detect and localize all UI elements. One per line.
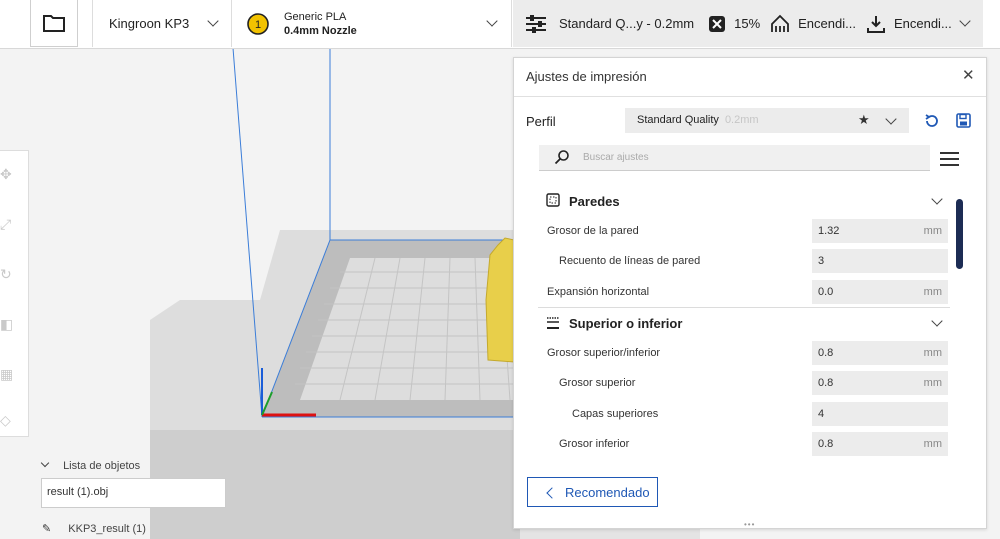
search-icon — [554, 150, 569, 165]
setting-label: Capas superiores — [572, 408, 659, 420]
open-file-button[interactable] — [30, 0, 78, 47]
scrollbar[interactable] — [956, 199, 963, 269]
resize-handle[interactable]: ••• — [744, 520, 755, 529]
support-icon — [771, 14, 790, 32]
setting-label: Grosor superior/inferior — [547, 347, 661, 359]
setting-label: Grosor inferior — [559, 438, 630, 450]
chevron-down-icon[interactable] — [931, 315, 943, 327]
setting-label: Grosor superior — [559, 377, 636, 389]
move-icon[interactable]: ✥ — [0, 167, 14, 181]
adhesion-value: Encendi... — [893, 16, 952, 31]
sliders-icon — [526, 14, 546, 33]
setting-value-field[interactable]: 1.32 mm — [812, 219, 948, 243]
folder-icon — [43, 15, 65, 32]
printer-name: Kingroon KP3 — [109, 16, 190, 31]
section-divider — [538, 307, 950, 308]
setting-value-field[interactable]: 0.8 mm — [812, 371, 948, 395]
setting-value-field[interactable]: 0.8 mm — [812, 341, 948, 365]
left-toolbar: ✥ ⤢ ↻ ◧ ▦ ◇ — [0, 150, 29, 437]
job-name[interactable]: ✎ KKP3_result (1) — [42, 522, 146, 535]
recommended-label: Recomendado — [565, 485, 650, 500]
chevron-down-icon — [486, 15, 498, 27]
setting-value-field[interactable]: 0.8 mm — [812, 432, 948, 456]
extruder-badge-icon: 1 — [247, 12, 269, 35]
printer-selector[interactable]: Kingroon KP3 — [92, 0, 232, 47]
support-value: Encendi... — [798, 16, 856, 31]
3d-model — [485, 237, 515, 363]
profile-label: Perfil — [526, 114, 556, 129]
infill-icon — [709, 15, 726, 32]
chevron-down-icon[interactable] — [931, 193, 943, 205]
setting-value-field[interactable]: 3 — [812, 249, 948, 273]
profile-selector[interactable]: Standard Quality 0.2mm ★ — [625, 108, 909, 133]
rotate-icon[interactable]: ↻ — [0, 267, 14, 281]
print-settings-panel: Ajustes de impresión ✕ Perfil Standard Q… — [513, 57, 987, 529]
object-list-item[interactable]: result (1).obj — [41, 478, 226, 508]
job-name-label: KKP3_result (1) — [68, 523, 146, 535]
save-icon[interactable] — [956, 113, 971, 128]
star-icon[interactable]: ★ — [858, 112, 870, 128]
setting-label: Grosor de la pared — [547, 225, 639, 237]
setting-label: Expansión horizontal — [547, 286, 650, 298]
settings-list: Paredes Grosor de la pared 1.32 mm Recuen… — [514, 180, 986, 460]
chevron-down-icon — [959, 15, 971, 27]
settings-menu-icon[interactable] — [940, 152, 959, 170]
material-name: Generic PLA — [284, 10, 347, 23]
pencil-icon: ✎ — [42, 523, 52, 535]
walls-icon — [546, 193, 560, 207]
material-selector[interactable]: 1 Generic PLA 0.4mm Nozzle — [232, 0, 512, 47]
setting-label: Recuento de líneas de pared — [559, 255, 701, 267]
section-walls[interactable]: Paredes — [569, 194, 620, 209]
profile-layer-height: 0.2mm — [724, 114, 759, 126]
profile-name: Standard Quality — [637, 114, 719, 126]
chevron-down-icon — [885, 113, 897, 125]
panel-header: Ajustes de impresión ✕ — [514, 58, 986, 97]
mirror-icon[interactable]: ◧ — [0, 317, 14, 331]
object-list-title: Lista de objetos — [63, 460, 141, 472]
panel-title: Ajustes de impresión — [526, 69, 647, 84]
section-top-bottom[interactable]: Superior o inferior — [569, 316, 682, 331]
settings-search[interactable]: Buscar ajustes — [539, 145, 930, 171]
chevron-left-icon — [546, 487, 558, 499]
nozzle-size: 0.4mm Nozzle — [284, 24, 357, 37]
quality-profile: Standard Q...y - 0.2mm — [559, 16, 695, 31]
per-model-settings-icon[interactable]: ▦ — [0, 367, 14, 381]
print-settings-selector[interactable]: Standard Q...y - 0.2mm 15% Encendi... En… — [513, 0, 983, 47]
svg-text:1: 1 — [255, 19, 261, 31]
chevron-down-icon — [40, 458, 50, 468]
reset-icon[interactable] — [924, 113, 940, 129]
setting-value-field[interactable]: 4 — [812, 402, 948, 426]
search-placeholder: Buscar ajustes — [583, 152, 649, 163]
chevron-down-icon — [207, 15, 219, 27]
object-list-toggle[interactable]: Lista de objetos — [40, 458, 141, 472]
recommended-button[interactable]: Recomendado — [527, 477, 658, 507]
scale-icon[interactable]: ⤢ — [0, 217, 14, 231]
close-icon[interactable]: ✕ — [962, 66, 975, 84]
adhesion-icon — [866, 15, 885, 33]
support-blocker-icon[interactable]: ◇ — [0, 413, 14, 427]
top-bottom-icon — [547, 317, 559, 329]
setting-value-field[interactable]: 0.0 mm — [812, 280, 948, 304]
infill-value: 15% — [734, 16, 761, 31]
